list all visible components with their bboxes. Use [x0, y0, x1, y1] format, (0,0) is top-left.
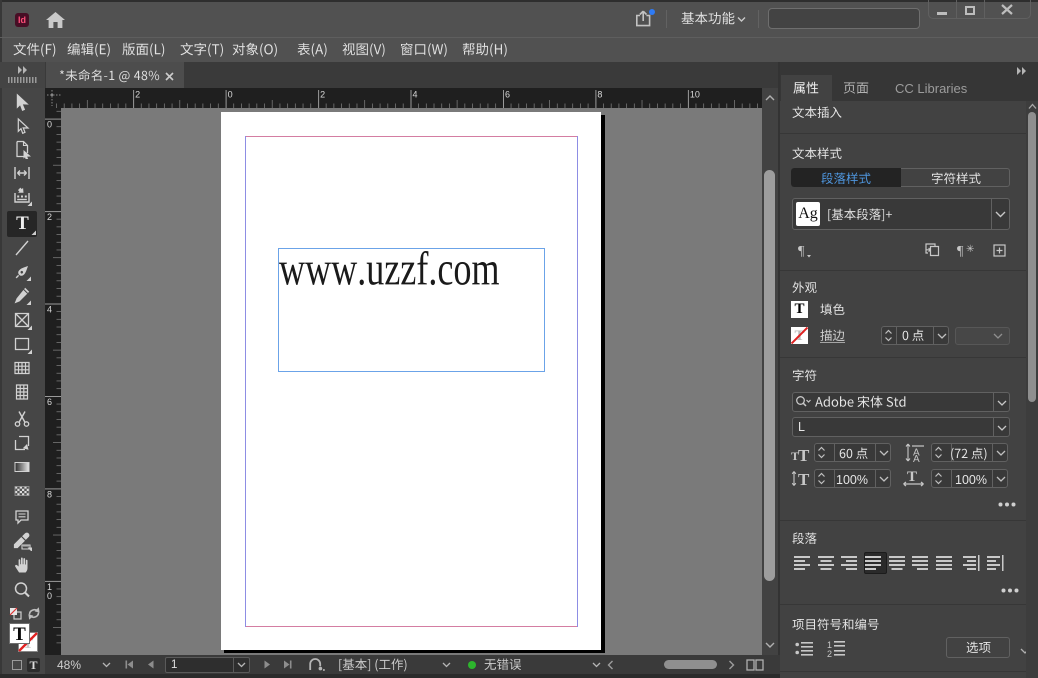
svg-text:T: T — [798, 446, 810, 462]
svg-text:10: 10 — [690, 90, 700, 100]
svg-text:T: T — [798, 470, 810, 487]
svg-text:6: 6 — [505, 90, 510, 100]
svg-text:2: 2 — [135, 90, 140, 100]
svg-text:¶: ¶ — [957, 244, 964, 258]
svg-text:2: 2 — [827, 649, 832, 658]
svg-text:2: 2 — [47, 212, 52, 222]
svg-text:0: 0 — [228, 90, 233, 100]
svg-text:T: T — [907, 469, 917, 485]
svg-text:✳: ✳ — [966, 244, 974, 255]
svg-text:4: 4 — [413, 90, 418, 100]
svg-text:8: 8 — [597, 90, 602, 100]
svg-text:6: 6 — [47, 397, 52, 407]
svg-text:4: 4 — [47, 305, 52, 315]
svg-text:8: 8 — [47, 489, 52, 499]
svg-text:¶: ¶ — [798, 244, 805, 258]
svg-text:0: 0 — [47, 591, 52, 601]
svg-text:A: A — [913, 454, 920, 462]
svg-text:2: 2 — [320, 90, 325, 100]
svg-text:0: 0 — [47, 120, 52, 130]
